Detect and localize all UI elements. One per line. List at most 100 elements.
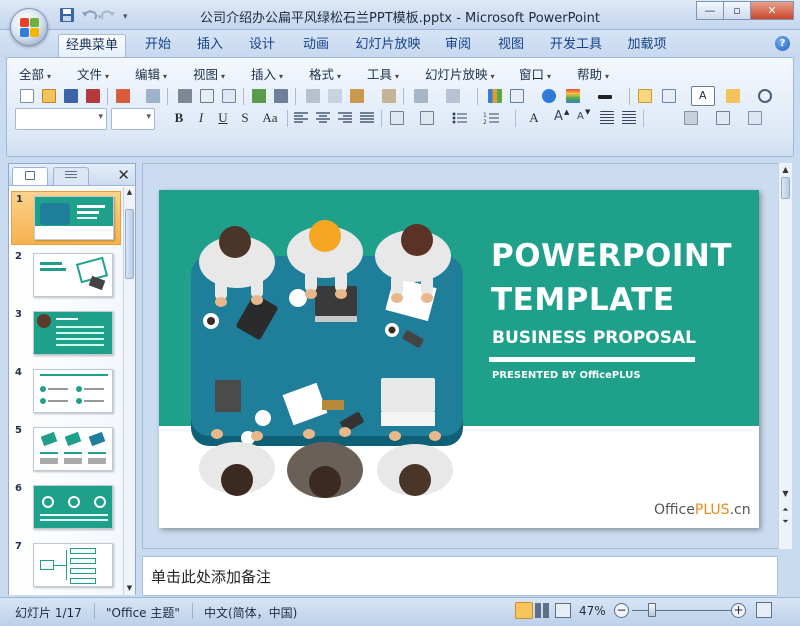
align-right-icon[interactable] xyxy=(335,108,355,128)
print-preview-icon[interactable] xyxy=(197,86,217,106)
text-direction-icon[interactable] xyxy=(417,108,443,128)
slide-title-line2[interactable]: TEMPLATE xyxy=(491,282,675,318)
tab-home[interactable]: 开始 xyxy=(136,34,180,57)
tab-addins[interactable]: 加载项 xyxy=(622,34,672,57)
notes-pane[interactable]: 单击此处添加备注 xyxy=(142,556,778,596)
canvas-scroll-up-icon[interactable]: ▲ xyxy=(780,165,791,174)
columns-icon[interactable] xyxy=(387,108,413,128)
insert-table-icon[interactable] xyxy=(507,86,535,106)
new-slide-icon[interactable] xyxy=(635,86,655,106)
decrease-indent-icon[interactable] xyxy=(597,108,617,128)
shadow-button[interactable]: S xyxy=(235,108,255,128)
redo-toolbar-icon[interactable] xyxy=(443,86,471,106)
increase-indent-icon[interactable] xyxy=(619,108,639,128)
slide-thumbnail-3[interactable]: 3 xyxy=(11,307,121,361)
scrollbar-thumb[interactable] xyxy=(125,209,134,279)
menu-edit[interactable]: 编辑 ▾ xyxy=(135,64,167,83)
help-icon[interactable]: ? xyxy=(775,36,790,51)
tab-animation[interactable]: 动画 xyxy=(294,34,338,57)
language-indicator[interactable]: 中文(简体，中国) xyxy=(204,604,297,621)
slide-thumbnail-5[interactable]: 5 xyxy=(11,423,121,477)
menu-all[interactable]: 全部 ▾ xyxy=(19,64,51,83)
menu-view[interactable]: 视图 ▾ xyxy=(193,64,225,83)
zoom-slider-thumb[interactable] xyxy=(648,603,656,617)
fit-to-window-icon[interactable] xyxy=(756,602,772,618)
menu-window[interactable]: 窗口 ▾ xyxy=(519,64,551,83)
menu-format[interactable]: 格式 ▾ xyxy=(309,64,341,83)
numbering-icon[interactable]: 12 xyxy=(481,108,509,128)
copy-icon[interactable] xyxy=(325,86,345,106)
shapes-icon[interactable] xyxy=(723,86,751,106)
shape-fill-icon[interactable] xyxy=(745,108,773,128)
print-icon[interactable] xyxy=(175,86,195,106)
minimize-button[interactable]: — xyxy=(696,1,724,20)
text-box-icon[interactable]: A xyxy=(691,86,715,106)
slide-title-line1[interactable]: POWERPOINT xyxy=(491,238,732,274)
slide-subtitle[interactable]: BUSINESS PROPOSAL xyxy=(492,328,696,348)
canvas-scrollbar-thumb[interactable] xyxy=(781,177,790,199)
zoom-slider[interactable] xyxy=(632,610,732,611)
italic-button[interactable]: I xyxy=(191,108,211,128)
attachment-icon[interactable] xyxy=(143,86,163,106)
menu-tools[interactable]: 工具 ▾ xyxy=(367,64,399,83)
open-icon[interactable] xyxy=(39,86,59,106)
align-left-icon[interactable] xyxy=(291,108,311,128)
decrease-font-icon[interactable]: A ▼ xyxy=(573,108,593,128)
research-icon[interactable] xyxy=(271,86,291,106)
font-size-select[interactable] xyxy=(111,108,155,130)
line-color-icon[interactable] xyxy=(595,86,623,106)
slides-tab[interactable] xyxy=(12,167,48,185)
slide-layout-icon[interactable] xyxy=(659,86,687,106)
menu-file[interactable]: 文件 ▾ xyxy=(77,64,109,83)
hyperlink-icon[interactable] xyxy=(539,86,559,106)
slide-thumbnail-6[interactable]: 6 xyxy=(11,481,121,535)
menu-insert[interactable]: 插入 ▾ xyxy=(251,64,283,83)
insert-chart-icon[interactable] xyxy=(485,86,505,106)
font-color-button[interactable]: A xyxy=(521,108,547,128)
arrange-icon[interactable] xyxy=(681,108,709,128)
undo-toolbar-icon[interactable] xyxy=(411,86,439,106)
scroll-down-icon[interactable]: ▼ xyxy=(125,584,134,594)
underline-button[interactable]: U xyxy=(213,108,233,128)
outline-tab[interactable] xyxy=(53,167,89,185)
permission-icon[interactable] xyxy=(113,86,141,106)
slide-canvas[interactable]: POWERPOINT TEMPLATE BUSINESS PROPOSAL PR… xyxy=(159,190,759,528)
cut-icon[interactable] xyxy=(303,86,323,106)
spelling-icon[interactable] xyxy=(249,86,269,106)
close-button[interactable]: ✕ xyxy=(750,1,794,20)
tab-design[interactable]: 设计 xyxy=(240,34,284,57)
office-button[interactable] xyxy=(10,8,48,46)
new-icon[interactable] xyxy=(17,86,37,106)
canvas-scroll-down-icon[interactable]: ▼ xyxy=(780,489,791,498)
slide-thumbnail-2[interactable]: 2 xyxy=(11,249,121,303)
tab-slideshow[interactable]: 幻灯片放映 xyxy=(350,34,426,57)
page-setup-icon[interactable] xyxy=(219,86,239,106)
zoom-in-icon[interactable]: + xyxy=(731,603,746,618)
change-case-button[interactable]: Aa xyxy=(257,108,283,128)
canvas-scrollbar[interactable]: ▲ ▼ ⏶ ⏷ xyxy=(778,163,792,549)
menu-slideshow[interactable]: 幻灯片放映 ▾ xyxy=(425,64,495,83)
close-pane-icon[interactable]: ✕ xyxy=(117,166,130,184)
scroll-up-icon[interactable]: ▲ xyxy=(125,188,134,198)
next-slide-icon[interactable]: ⏷ xyxy=(780,517,791,527)
menu-help[interactable]: 帮助 ▾ xyxy=(577,64,609,83)
zoom-out-icon[interactable]: − xyxy=(614,603,629,618)
save-as-icon[interactable] xyxy=(83,86,103,106)
align-center-icon[interactable] xyxy=(313,108,333,128)
tab-developer[interactable]: 开发工具 xyxy=(544,34,608,57)
bold-button[interactable]: B xyxy=(169,108,189,128)
justify-icon[interactable] xyxy=(357,108,377,128)
format-painter-icon[interactable] xyxy=(379,86,399,106)
tab-review[interactable]: 审阅 xyxy=(436,34,480,57)
tab-classic-menu[interactable]: 经典菜单 xyxy=(58,34,126,57)
zoom-level[interactable]: 47% xyxy=(579,604,606,618)
color-picker-icon[interactable] xyxy=(563,86,591,106)
font-name-select[interactable] xyxy=(15,108,107,130)
slide-thumbnail-1[interactable]: 1 xyxy=(11,191,121,245)
slide-thumbnail-4[interactable]: 4 xyxy=(11,365,121,419)
normal-view-icon[interactable] xyxy=(515,602,533,619)
previous-slide-icon[interactable]: ⏶ xyxy=(780,505,791,515)
find-icon[interactable] xyxy=(755,86,775,106)
paste-icon[interactable] xyxy=(347,86,375,106)
quick-styles-icon[interactable] xyxy=(713,108,741,128)
